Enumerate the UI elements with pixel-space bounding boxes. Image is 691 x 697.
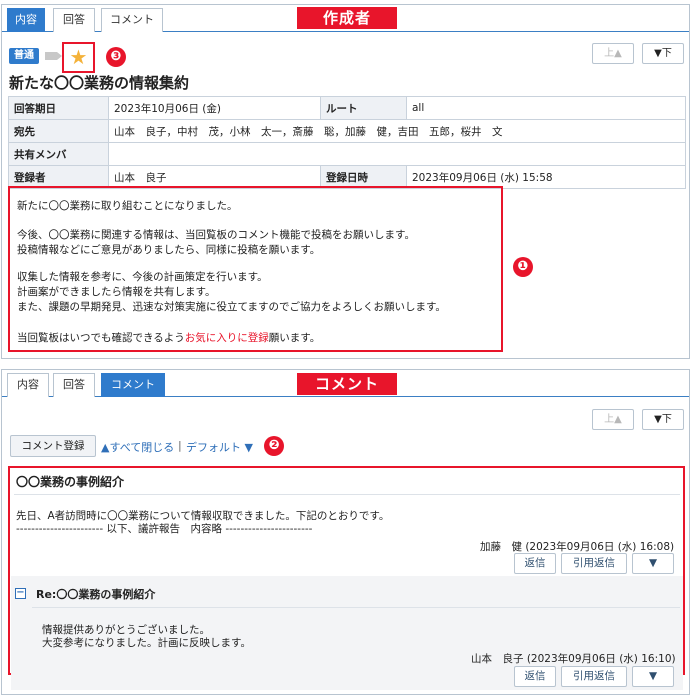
flag-icon[interactable]	[45, 52, 62, 60]
body-line-4: 収集した情報を参考に、今後の計画策定を行います。	[17, 271, 268, 283]
comment-register-button[interactable]: コメント登録	[10, 435, 96, 457]
body-line-7: 当回覧板はいつでも確認できるようお気に入りに登録願います。	[17, 330, 320, 345]
page-title: 新たな〇〇業務の情報集約	[9, 74, 190, 92]
marker-3: ❸	[106, 47, 126, 67]
tab-content[interactable]: 内容	[7, 373, 49, 397]
favorite-star-icon[interactable]: ★	[62, 42, 95, 73]
marker-2: ❷	[264, 436, 284, 456]
tab-answer[interactable]: 回答	[53, 373, 95, 397]
reply-button[interactable]: 返信	[514, 553, 556, 574]
tab-comment[interactable]: コメント	[101, 8, 163, 32]
members-label: 共有メンバ	[8, 142, 109, 166]
nav-down-button[interactable]: ▼下	[642, 43, 684, 64]
comment-line-2: ----------------------- 以下、議許報告 内容略 ----…	[16, 523, 313, 535]
creator-panel: 内容 回答 コメント 作成者 上▲ ▼下 普通 ★ ❸ 新たな〇〇業務の情報集約…	[1, 4, 690, 359]
quote-reply-button[interactable]: 引用返信	[561, 553, 627, 574]
reply-quote-button[interactable]: 引用返信	[561, 666, 627, 687]
favorite-highlight: お気に入りに登録	[184, 332, 269, 344]
priority-badge: 普通	[9, 48, 39, 64]
close-all-link[interactable]: ▲すべて閉じる	[101, 439, 174, 455]
nav-up-button[interactable]: 上▲	[592, 43, 634, 64]
link-separator: |	[178, 439, 182, 452]
nav-up-button[interactable]: 上▲	[592, 409, 634, 430]
comment-title: 〇〇業務の事例紹介	[16, 475, 125, 489]
members-value	[108, 142, 686, 166]
reply-line-2: 大変参考になりました。計画に反映します。	[42, 637, 251, 649]
route-value: all	[406, 96, 686, 120]
marker-1: ❶	[513, 257, 533, 277]
info-table: 回答期日 2023年10月06日 (金) ルート all 宛先 山本 良子，中村…	[8, 96, 686, 189]
tab-answer[interactable]: 回答	[53, 8, 95, 32]
to-label: 宛先	[8, 119, 109, 143]
comment-panel: 内容 回答 コメント コメント 上▲ ▼下 コメント登録 ▲すべて閉じる | デ…	[1, 369, 690, 695]
tab-comment[interactable]: コメント	[101, 373, 165, 397]
nav-down-button[interactable]: ▼下	[642, 409, 684, 430]
to-value: 山本 良子，中村 茂，小林 太一，斎藤 聡，加藤 健，吉田 五郎，桜井 文	[108, 119, 686, 143]
body-line-5: 計画案ができましたら情報を共有します。	[17, 286, 216, 298]
reply-author: 山本 良子 (2023年09月06日 (水) 16:10)	[471, 653, 676, 665]
collapse-icon[interactable]: −	[15, 588, 26, 599]
body-line-6: また、課題の早期発見、迅速な対策実施に役立てますのでご協力をよろしくお願いします…	[17, 301, 446, 313]
comment-divider	[14, 494, 680, 495]
due-label: 回答期日	[8, 96, 109, 120]
body-line-7-a: 当回覧板はいつでも確認できるよう	[17, 332, 185, 344]
comment-author: 加藤 健 (2023年09月06日 (水) 16:08)	[480, 541, 675, 553]
more-button[interactable]: ▼	[632, 553, 674, 574]
tab-content[interactable]: 内容	[7, 8, 45, 32]
reply-more-button[interactable]: ▼	[632, 666, 674, 687]
due-value: 2023年10月06日 (金)	[108, 96, 321, 120]
reply-divider	[32, 607, 680, 608]
body-line-1: 新たに〇〇業務に取り組むことになりました。	[17, 200, 238, 212]
body-line-7-b: 願います。	[268, 332, 321, 344]
reply-title: Re:〇〇業務の事例紹介	[36, 588, 156, 601]
reply-reply-button[interactable]: 返信	[514, 666, 556, 687]
body-line-3: 投稿情報などにご意見がありましたら、同様に投稿を願います。	[17, 244, 321, 256]
default-link[interactable]: デフォルト ▼	[186, 439, 253, 455]
body-line-2: 今後、〇〇業務に関連する情報は、当回覧板のコメント機能で投稿をお願いします。	[17, 229, 415, 241]
comment-banner: コメント	[297, 373, 397, 395]
route-label: ルート	[320, 96, 407, 120]
creator-banner: 作成者	[297, 7, 397, 29]
